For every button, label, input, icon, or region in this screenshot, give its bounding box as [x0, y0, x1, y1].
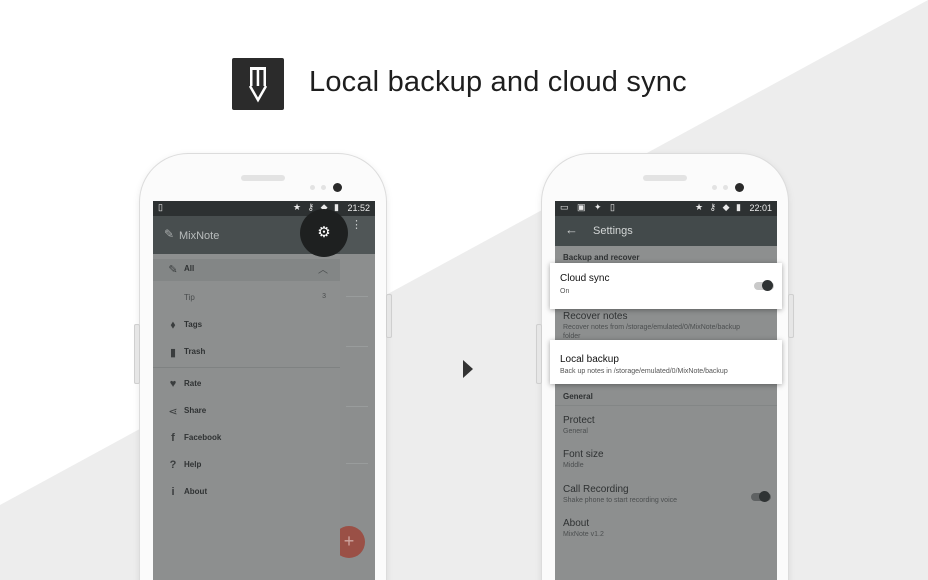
tag-icon: ✎	[168, 264, 178, 276]
about-item[interactable]: About MixNote v1.2	[555, 518, 777, 546]
pen-icon: ✎	[164, 227, 175, 241]
trash-icon: ▮	[169, 347, 177, 359]
item-subtitle: On	[560, 288, 570, 295]
status-icons: ★ ⚷ ◆ ▮	[694, 202, 743, 212]
item-title: Recover notes	[563, 311, 628, 322]
facebook-icon: f	[171, 432, 175, 444]
nav-item-trash[interactable]: ▮ Trash	[153, 342, 340, 364]
nav-label: Rate	[184, 379, 202, 388]
item-title: About	[563, 518, 590, 529]
nav-label: Share	[184, 406, 207, 415]
divider	[153, 367, 340, 368]
nav-item-about[interactable]: i About	[153, 482, 340, 504]
toggle-knob	[759, 491, 770, 502]
font-size-item[interactable]: Font size Middle	[555, 449, 777, 477]
status-bar: ▯ ★ ⚷ ◆ ▮ 21:52	[153, 201, 375, 216]
page-title: Settings	[593, 225, 633, 237]
divider	[555, 405, 777, 406]
back-arrow-icon[interactable]: ←	[565, 222, 578, 237]
front-camera	[333, 183, 342, 192]
nav-label: Tip	[184, 293, 195, 302]
item-title: Local backup	[560, 354, 619, 365]
more-icon[interactable]: ⋮	[351, 218, 362, 231]
nav-label: Tags	[184, 320, 203, 329]
nav-label: Help	[184, 460, 202, 469]
pen-logo-icon	[248, 67, 268, 103]
nav-item-rate[interactable]: ♥ Rate	[153, 374, 340, 396]
help-icon: ?	[169, 459, 177, 471]
nav-item-tip[interactable]: Tip 3	[153, 288, 340, 310]
item-subtitle: General	[563, 428, 588, 435]
speaker	[241, 175, 285, 181]
nav-label: All	[184, 264, 195, 273]
divider	[346, 406, 368, 407]
status-time: 21:52	[347, 203, 370, 213]
left-screen: ▯ ★ ⚷ ◆ ▮ 21:52 + ✎ MixNote ✎ All ︿ Tip …	[153, 201, 375, 580]
item-title: Font size	[563, 449, 604, 460]
nav-count: 3	[322, 293, 326, 300]
volume-button	[536, 324, 542, 384]
item-title: Cloud sync	[560, 273, 610, 284]
nav-item-facebook[interactable]: f Facebook	[153, 428, 340, 450]
left-phone: ▯ ★ ⚷ ◆ ▮ 21:52 + ✎ MixNote ✎ All ︿ Tip …	[134, 154, 392, 580]
front-camera	[735, 183, 744, 192]
volume-button	[134, 324, 140, 384]
section-backup-header: Backup and recover	[563, 253, 640, 262]
section-general-header: General	[563, 392, 593, 401]
toggle-knob	[762, 280, 773, 291]
cloud-sync-item[interactable]: Cloud sync On	[550, 263, 782, 309]
nav-label: About	[184, 487, 208, 496]
headline: Local backup and cloud sync	[309, 66, 687, 98]
item-subtitle: Recover notes from /storage/emulated/0/M…	[563, 324, 741, 331]
nav-item-tags[interactable]: ⬧ Tags	[153, 315, 340, 337]
item-subtitle: MixNote v1.2	[563, 531, 604, 538]
divider	[346, 346, 368, 347]
mixnote-logo	[232, 58, 284, 110]
heart-icon: ♥	[169, 378, 177, 390]
nav-item-help[interactable]: ? Help	[153, 455, 340, 477]
status-time: 22:01	[749, 203, 772, 213]
nav-label: Facebook	[184, 433, 222, 442]
sensor	[310, 185, 315, 190]
chevron-up-icon[interactable]: ︿	[318, 261, 328, 276]
settings-app-bar: ← Settings	[555, 216, 777, 246]
phone-icon: ▯	[158, 202, 166, 212]
gear-icon: ⚙	[317, 224, 331, 241]
settings-gear-button[interactable]: ⚙	[300, 209, 348, 257]
sensor	[723, 185, 728, 190]
right-screen: ▭ ▣ ✦ ▯ ★ ⚷ ◆ ▮ 22:01 ← Settings Backup …	[555, 201, 777, 580]
nav-label: Trash	[184, 347, 206, 356]
local-backup-item[interactable]: Local backup Back up notes in /storage/e…	[550, 340, 782, 384]
divider	[346, 296, 368, 297]
tags-icon: ⬧	[170, 319, 176, 331]
next-arrow-icon	[463, 360, 473, 378]
sensor	[321, 185, 326, 190]
divider	[346, 463, 368, 464]
nav-item-share[interactable]: ⋖ Share	[153, 401, 340, 423]
status-bar: ▭ ▣ ✦ ▯ ★ ⚷ ◆ ▮ 22:01	[555, 201, 777, 216]
item-subtitle: Middle	[563, 462, 584, 469]
notification-icons: ▭ ▣ ✦ ▯	[560, 202, 619, 212]
power-button	[788, 294, 794, 338]
item-subtitle: Shake phone to start recording voice	[563, 497, 678, 504]
item-subtitle: folder	[563, 333, 581, 340]
navigation-drawer: ✎ MixNote ✎ All ︿ Tip 3 ⬧ Tags ▮ Trash ♥…	[153, 216, 340, 580]
protect-item[interactable]: Protect General	[555, 415, 777, 443]
item-subtitle: Back up notes in /storage/emulated/0/Mix…	[560, 368, 728, 375]
power-button	[386, 294, 392, 338]
nav-item-all[interactable]: ✎ All ︿	[153, 259, 340, 281]
sensor	[712, 185, 717, 190]
item-title: Protect	[563, 415, 595, 426]
speaker	[643, 175, 687, 181]
app-name: MixNote	[179, 230, 220, 242]
call-recording-item[interactable]: Call Recording Shake phone to start reco…	[555, 484, 777, 512]
item-title: Call Recording	[563, 484, 629, 495]
share-icon: ⋖	[168, 406, 178, 418]
info-icon: i	[171, 486, 175, 498]
